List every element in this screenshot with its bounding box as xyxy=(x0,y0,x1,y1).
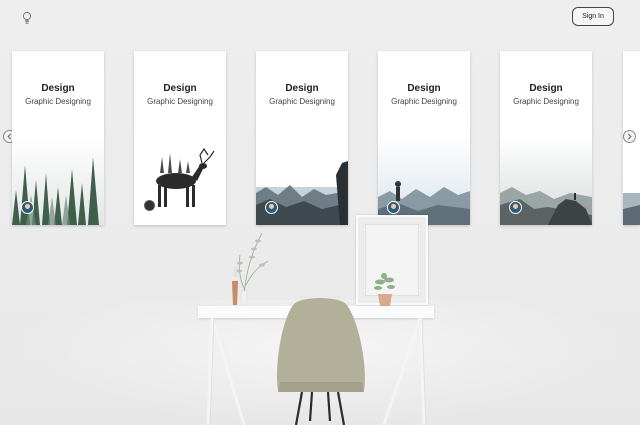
card-title: Design xyxy=(41,83,75,94)
card-subtitle: Graphic Designing xyxy=(25,97,91,106)
card-image-peek xyxy=(623,135,640,225)
card-title: Design xyxy=(285,83,319,94)
lightbulb-icon[interactable] xyxy=(22,11,32,25)
card-subtitle: Graphic Designing xyxy=(147,97,213,106)
card-subtitle: Graphic Designing xyxy=(269,97,335,106)
potted-plant xyxy=(374,273,395,306)
carousel-next-button[interactable] xyxy=(623,130,636,143)
card-subtitle: Graphic Designing xyxy=(391,97,457,106)
design-card[interactable]: Design Graphic Designing xyxy=(134,51,226,225)
card-title: Design xyxy=(407,83,441,94)
card-title: Design xyxy=(163,83,197,94)
design-card[interactable]: Design Graphic Designing xyxy=(500,51,592,225)
card-subtitle: Graphic Designing xyxy=(513,97,579,106)
chevron-right-icon xyxy=(627,133,632,140)
design-card[interactable]: Design Graphic Designing xyxy=(12,51,104,225)
author-avatar[interactable] xyxy=(387,201,400,214)
author-avatar[interactable] xyxy=(509,201,522,214)
author-avatar[interactable] xyxy=(21,201,34,214)
chair xyxy=(276,298,365,425)
card-title: Design xyxy=(529,83,563,94)
author-avatar[interactable] xyxy=(143,199,156,212)
design-card[interactable]: Design Graphic Designing xyxy=(378,51,470,225)
vase-with-plant xyxy=(232,232,269,306)
design-card[interactable]: Design Graphic Designing xyxy=(256,51,348,225)
author-avatar[interactable] xyxy=(265,201,278,214)
sign-in-button[interactable]: Sign In xyxy=(572,7,614,26)
